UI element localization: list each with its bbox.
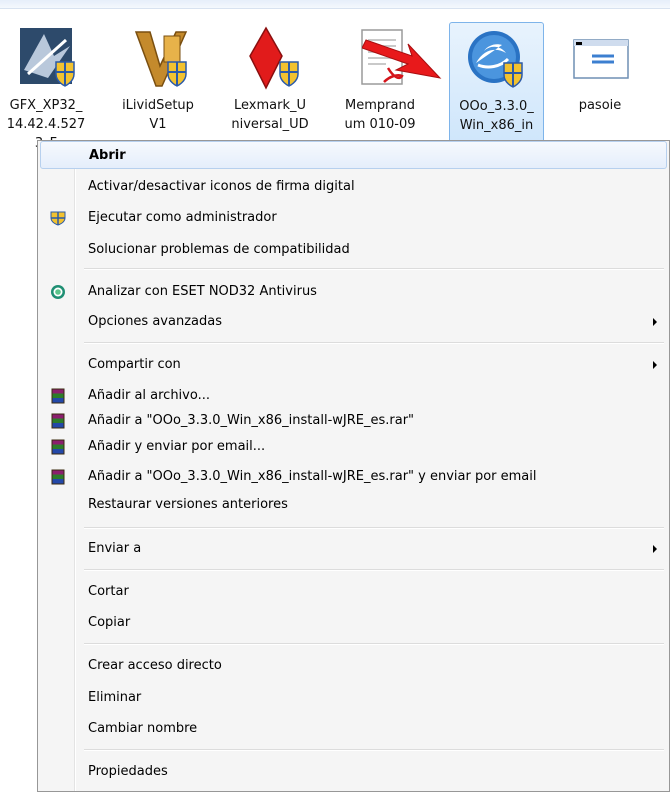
desktop-icon-label: Memprand um 010-09 [344,98,416,132]
menu-item-label: Eliminar [88,690,142,705]
menu-item-propiedades[interactable]: Propiedades [40,758,667,786]
eset-icon [51,285,65,299]
desktop-icon-label: Lexmark_U niversal_UD [231,98,309,132]
menu-separator [84,268,664,270]
lexmark-shield-icon [249,26,299,90]
menu-item-anadir-rar[interactable]: Añadir a "OOo_3.3.0_Win_x86_install-wJRE… [40,407,667,435]
menu-item-anadir-rar-email[interactable]: Añadir a "OOo_3.3.0_Win_x86_install-wJRE… [40,463,667,491]
openoffice-shield-icon [468,31,523,88]
menu-item-crear-acceso[interactable]: Crear acceso directo [40,652,667,680]
menu-item-label: Cortar [88,584,129,599]
window-shortcut-icon [573,39,629,79]
winrar-icon [51,439,65,455]
menu-item-anadir-archivo[interactable]: Añadir al archivo... [40,382,667,410]
red-pointer-arrow-icon [362,39,442,79]
context-menu: Abrir Activar/desactivar iconos de firma… [37,140,670,792]
menu-item-cortar[interactable]: Cortar [40,578,667,606]
desktop-icon-label: OOo_3.3.0_ Win_x86_in [459,99,534,133]
desktop-icon-ilivid[interactable]: iLividSetup V1 [118,22,198,144]
menu-item-restaurar-versiones[interactable]: Restaurar versiones anteriores [40,491,667,519]
winrar-icon [51,388,65,404]
menu-item-label: Copiar [88,615,131,630]
menu-item-anadir-email[interactable]: Añadir y enviar por email... [40,433,667,461]
winrar-icon [51,469,65,485]
menu-item-label: Propiedades [88,764,168,779]
menu-separator [84,342,664,344]
menu-item-copiar[interactable]: Copiar [40,609,667,637]
menu-item-label: Analizar con ESET NOD32 Antivirus [88,284,317,299]
menu-item-eset-scan[interactable]: Analizar con ESET NOD32 Antivirus [40,278,667,306]
menu-item-opciones-avanzadas[interactable]: Opciones avanzadas [40,308,667,336]
menu-item-label: Restaurar versiones anteriores [88,497,288,512]
menu-item-label: Enviar a [88,541,142,556]
menu-item-label: Activar/desactivar iconos de firma digit… [88,179,355,194]
menu-item-abrir[interactable]: Abrir [40,141,667,169]
menu-item-label: Solucionar problemas de compatibilidad [88,242,350,257]
menu-item-label: Ejecutar como administrador [88,210,277,225]
menu-item-label: Opciones avanzadas [88,314,222,329]
submenu-arrow-icon [653,545,657,553]
desktop-icon-pasoie[interactable]: pasoie [560,22,640,144]
desktop-icon-label: iLividSetup V1 [122,98,194,132]
window-top-edge [0,0,670,9]
menu-item-label: Añadir al archivo... [88,388,210,403]
desktop-icon-gfx[interactable]: GFX_XP32_ 14.42.4.527 3_F [6,22,86,151]
menu-item-label: Compartir con [88,357,181,372]
menu-separator [84,569,664,571]
menu-separator [84,643,664,645]
desktop-icon-lexmark[interactable]: Lexmark_U niversal_UD [230,22,310,144]
menu-item-enviar-a[interactable]: Enviar a [40,535,667,563]
menu-item-label: Añadir a "OOo_3.3.0_Win_x86_install-wJRE… [88,413,415,428]
ilivid-shield-icon [134,31,188,87]
desktop-icon-openoffice[interactable]: OOo_3.3.0_ Win_x86_in [449,22,544,144]
menu-item-label: Añadir a "OOo_3.3.0_Win_x86_install-wJRE… [88,469,537,484]
menu-item-eliminar[interactable]: Eliminar [40,684,667,712]
menu-item-compatibilidad[interactable]: Solucionar problemas de compatibilidad [40,236,667,264]
menu-item-cambiar-nombre[interactable]: Cambiar nombre [40,715,667,743]
uac-shield-icon [50,211,66,226]
menu-item-label: Añadir y enviar por email... [88,439,266,454]
winrar-icon [51,413,65,429]
menu-item-label: Crear acceso directo [88,658,222,673]
menu-separator [84,527,664,529]
menu-item-ejecutar-admin[interactable]: Ejecutar como administrador [40,204,667,232]
menu-separator [84,749,664,751]
installer-shield-icon [20,28,75,87]
menu-item-label: Abrir [89,148,126,163]
menu-item-label: Cambiar nombre [88,721,198,736]
desktop-icon-label: pasoie [578,98,622,113]
submenu-arrow-icon [653,361,657,369]
menu-item-compartir[interactable]: Compartir con [40,351,667,379]
submenu-arrow-icon [653,318,657,326]
menu-item-firma-digital[interactable]: Activar/desactivar iconos de firma digit… [40,173,667,201]
